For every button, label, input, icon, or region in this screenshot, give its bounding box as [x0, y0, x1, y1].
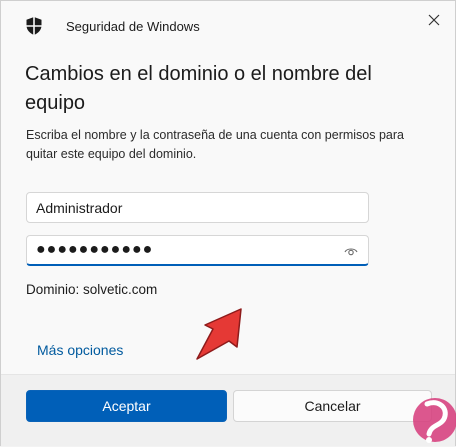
dialog-heading: Cambios en el dominio o el nombre del eq…: [25, 63, 372, 114]
watermark-logo-icon: [413, 398, 456, 443]
close-button[interactable]: [421, 7, 447, 33]
shield-icon: [26, 17, 42, 35]
close-icon: [428, 14, 440, 26]
username-field[interactable]: Administrador: [26, 192, 369, 223]
accept-button[interactable]: Aceptar: [26, 390, 227, 422]
domain-label: Dominio: solvetic.com: [26, 282, 158, 297]
dialog-description: Escriba el nombre y la contraseña de una…: [26, 128, 404, 161]
title-bar: Seguridad de Windows: [1, 1, 455, 51]
password-field[interactable]: ●●●●●●●●●●●: [26, 235, 369, 266]
username-value: Administrador: [36, 200, 123, 216]
eye-icon[interactable]: [344, 245, 358, 257]
password-value: ●●●●●●●●●●●: [36, 241, 154, 258]
security-dialog: Seguridad de Windows Cambios en el domin…: [0, 0, 456, 446]
app-title: Seguridad de Windows: [66, 19, 200, 34]
more-options-link[interactable]: Más opciones: [37, 342, 123, 358]
annotation-arrow-icon: [196, 308, 242, 360]
